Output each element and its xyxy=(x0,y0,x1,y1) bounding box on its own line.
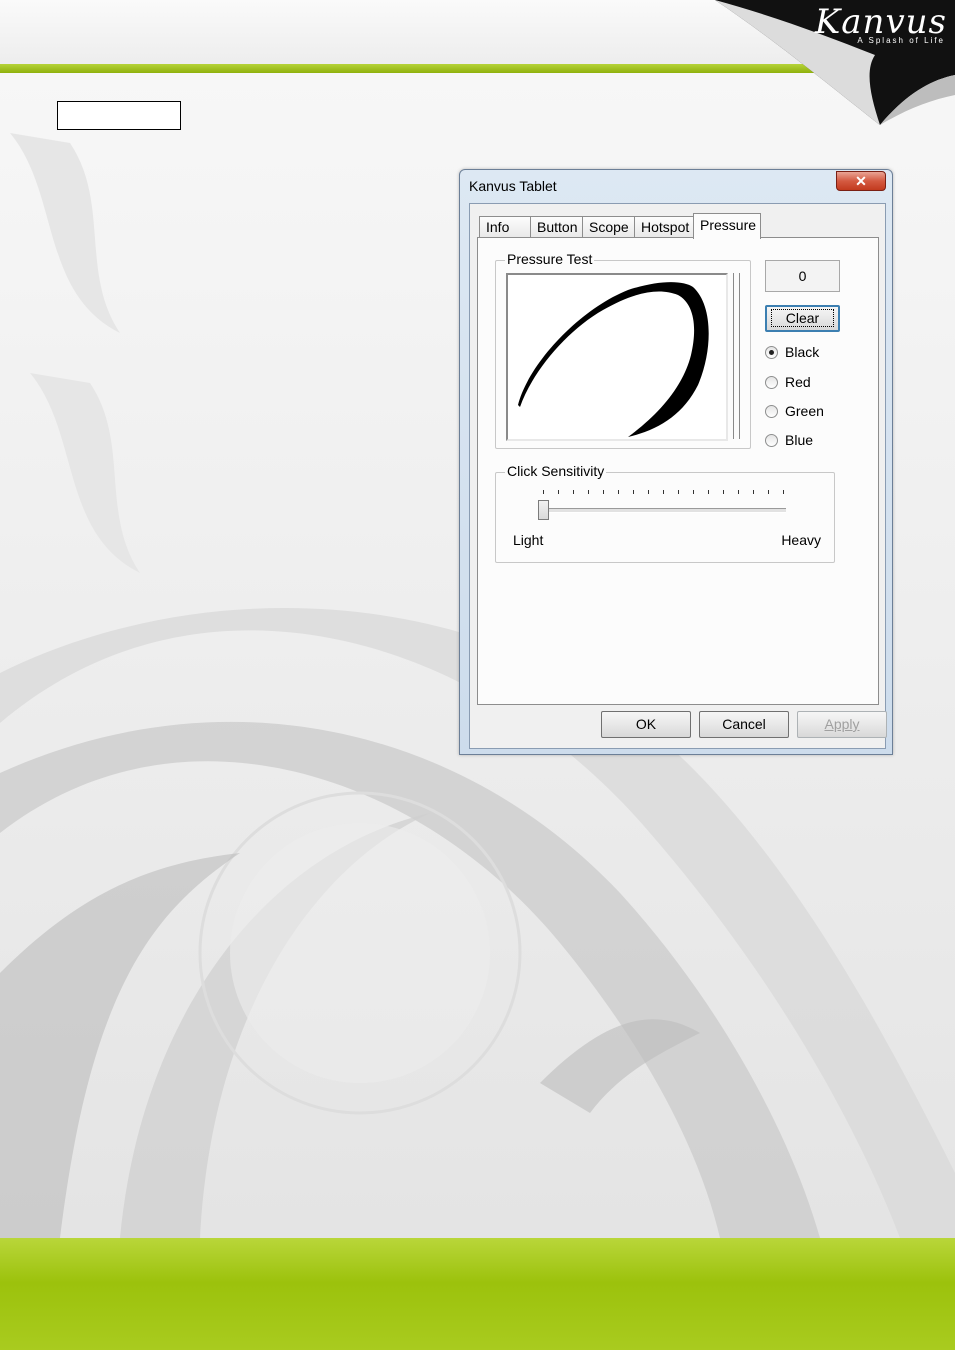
sensitivity-slider-track[interactable] xyxy=(542,508,786,513)
slider-tick xyxy=(768,490,769,494)
slider-tick xyxy=(573,490,574,494)
slider-tick xyxy=(753,490,754,494)
slider-min-label: Light xyxy=(513,532,544,548)
radio-unchecked-icon xyxy=(765,376,778,389)
tab-scope[interactable]: Scope xyxy=(582,216,635,237)
pressure-level-bar xyxy=(733,273,740,439)
pressure-drawing-canvas[interactable] xyxy=(506,273,728,441)
slider-tick xyxy=(723,490,724,494)
slider-ticks xyxy=(543,490,787,496)
pressure-test-group: Pressure Test xyxy=(495,251,751,449)
clear-button[interactable]: Clear xyxy=(765,305,840,332)
empty-caption-box xyxy=(57,101,181,130)
pressure-tab-panel: Pressure Test 0 Clear Black Red Green Bl… xyxy=(477,237,879,705)
dialog-title: Kanvus Tablet xyxy=(469,178,557,194)
slider-tick xyxy=(648,490,649,494)
slider-tick xyxy=(588,490,589,494)
slider-tick xyxy=(693,490,694,494)
apply-button[interactable]: Apply xyxy=(797,711,887,738)
dialog-client-area: Info Button Scope Hotspot Pressure Press… xyxy=(469,203,887,749)
tab-pressure[interactable]: Pressure xyxy=(693,213,761,239)
slider-tick xyxy=(708,490,709,494)
kanvus-tagline: A Splash of Life xyxy=(857,36,945,45)
slider-tick xyxy=(543,490,544,494)
page-footer-band xyxy=(0,1238,955,1350)
tab-button[interactable]: Button xyxy=(530,216,583,237)
pressure-value-display: 0 xyxy=(765,260,840,292)
slider-tick xyxy=(618,490,619,494)
slider-tick xyxy=(603,490,604,494)
pressure-test-label: Pressure Test xyxy=(505,251,595,267)
slider-max-label: Heavy xyxy=(781,532,821,548)
tab-hotspot[interactable]: Hotspot xyxy=(634,216,694,237)
pressure-stroke xyxy=(518,282,709,437)
slider-tick xyxy=(558,490,559,494)
slider-tick xyxy=(738,490,739,494)
slider-tick xyxy=(678,490,679,494)
close-button[interactable]: ✕ xyxy=(836,171,886,191)
kanvus-tablet-dialog: Kanvus Tablet ✕ Info Button Scope Hotspo… xyxy=(459,169,893,755)
radio-unchecked-icon xyxy=(765,434,778,447)
radio-unchecked-icon xyxy=(765,405,778,418)
slider-tick xyxy=(663,490,664,494)
click-sensitivity-label: Click Sensitivity xyxy=(505,463,607,479)
ok-button[interactable]: OK xyxy=(601,711,691,738)
slider-tick xyxy=(783,490,784,494)
sensitivity-slider-thumb[interactable] xyxy=(538,500,549,520)
slider-tick xyxy=(633,490,634,494)
cancel-button[interactable]: Cancel xyxy=(699,711,789,738)
radio-checked-icon xyxy=(765,346,778,359)
tab-info[interactable]: Info xyxy=(479,216,531,237)
close-icon: ✕ xyxy=(855,173,867,189)
click-sensitivity-group: Click Sensitivity Light Heavy xyxy=(495,463,835,563)
